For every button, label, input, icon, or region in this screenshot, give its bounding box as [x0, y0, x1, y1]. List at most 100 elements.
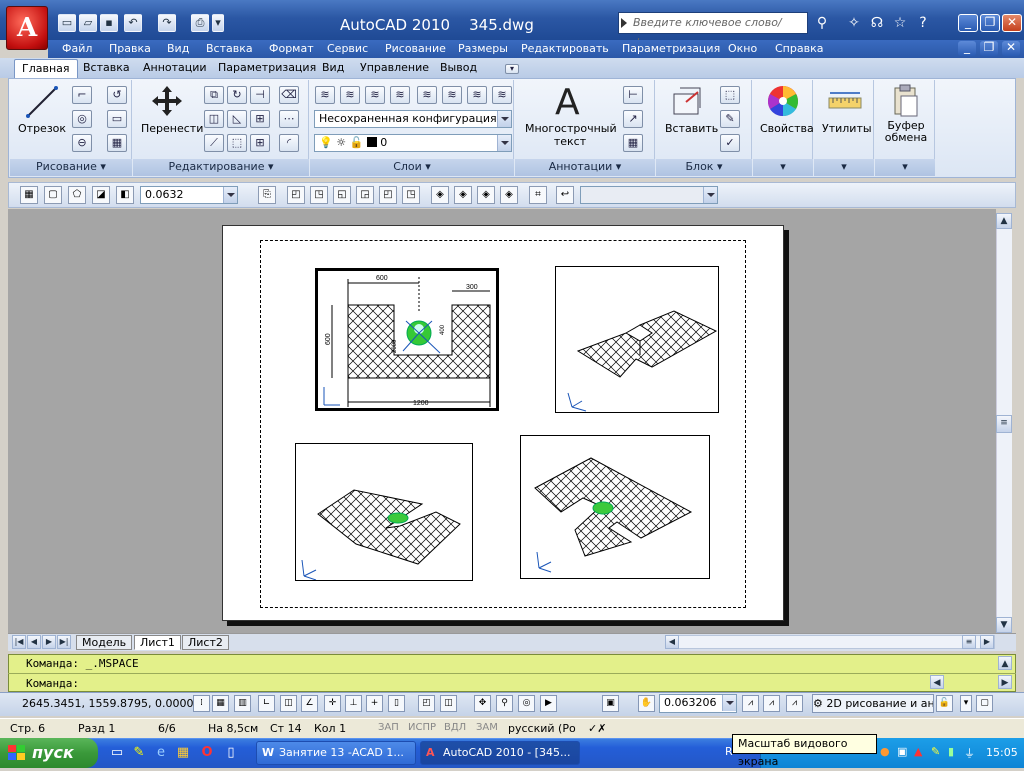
tab-annotate[interactable]: Аннотации: [143, 61, 207, 74]
showmotion-icon[interactable]: ▶: [540, 695, 557, 712]
coordinates-readout[interactable]: 2645.3451, 1559.8795, 0.0000: [22, 697, 193, 710]
layer-properties-icon[interactable]: ≋: [315, 86, 335, 104]
snap-icon[interactable]: ▥: [234, 695, 251, 712]
subscription-icon[interactable]: ✧: [845, 14, 863, 32]
modify-panel-title[interactable]: Редактирование ▾: [133, 159, 309, 176]
tray-icon-3[interactable]: ▲: [914, 745, 928, 759]
first-tab-button[interactable]: |◀: [12, 635, 26, 649]
convert-object-viewport-icon[interactable]: ◪: [92, 186, 110, 204]
line-tool-label[interactable]: Отрезок: [18, 122, 66, 135]
explode-icon[interactable]: ⊞: [250, 110, 270, 128]
draw-panel-title[interactable]: Рисование ▾: [10, 159, 132, 176]
viewport-iso-1[interactable]: [555, 266, 719, 413]
ne-isometric-icon[interactable]: ◈: [477, 186, 495, 204]
quick-access-dropdown-icon[interactable]: ▾: [212, 14, 224, 32]
line-tool-icon[interactable]: [24, 84, 60, 120]
word-ext[interactable]: ВДЛ: [444, 722, 466, 733]
doc-restore-button[interactable]: ❐: [980, 41, 998, 56]
menu-edit[interactable]: Правка: [109, 42, 151, 55]
layer-previous-icon[interactable]: ≋: [492, 86, 512, 104]
single-viewport-icon[interactable]: ▢: [44, 186, 62, 204]
layer-isolate-icon[interactable]: ≋: [365, 86, 385, 104]
layer-state-icon[interactable]: ≋: [340, 86, 360, 104]
front-view-icon[interactable]: ◰: [379, 186, 397, 204]
rectangle-icon[interactable]: ▭: [107, 110, 127, 128]
taskbar-item-autocad[interactable]: AutoCAD 2010 - [345...: [420, 741, 580, 765]
scroll-left-button[interactable]: ◀: [665, 635, 679, 649]
word-rec[interactable]: ЗАП: [378, 722, 399, 733]
spelling-check-icon[interactable]: ✓✗: [588, 722, 606, 735]
save-icon[interactable]: ▪: [100, 14, 118, 32]
quicklaunch-icon-2[interactable]: ✎: [130, 745, 148, 763]
linear-dimension-icon[interactable]: ⊢: [623, 86, 643, 104]
tab-model[interactable]: Модель: [76, 635, 133, 650]
tab-insert[interactable]: Вставка: [83, 61, 130, 74]
annotation-visibility-icon[interactable]: ⩘: [742, 695, 759, 712]
menu-insert[interactable]: Вставка: [206, 42, 253, 55]
annotation-panel-title[interactable]: Аннотации ▾: [515, 159, 655, 176]
top-view-icon[interactable]: ◰: [287, 186, 305, 204]
tab-parametric[interactable]: Параметризация: [218, 61, 316, 74]
tab-sheet1[interactable]: Лист1: [134, 635, 181, 650]
viewport-iso-3[interactable]: [520, 435, 710, 579]
menu-help[interactable]: Справка: [775, 42, 823, 55]
polyline-icon[interactable]: ⌐: [72, 86, 92, 104]
utilities-label[interactable]: Утилиты: [822, 122, 872, 135]
view-back-icon[interactable]: ↩: [556, 186, 574, 204]
otrack-icon[interactable]: ✛: [324, 695, 341, 712]
dyn-icon[interactable]: +: [366, 695, 383, 712]
named-views-icon[interactable]: ⎘: [258, 186, 276, 204]
scroll-thumb[interactable]: ≡: [996, 415, 1012, 433]
left-view-icon[interactable]: ◱: [333, 186, 351, 204]
menu-view[interactable]: Вид: [167, 42, 189, 55]
rotate-icon[interactable]: ↻: [227, 86, 247, 104]
communication-center-icon[interactable]: ☊: [868, 14, 886, 32]
clipboard-label[interactable]: Буфер обмена: [882, 120, 930, 144]
move-label[interactable]: Перенести: [141, 122, 203, 135]
tray-icon-5[interactable]: ▮: [948, 745, 962, 759]
insert-block-icon[interactable]: [670, 84, 708, 120]
minimize-button[interactable]: _: [958, 14, 978, 32]
status-menu-arrow[interactable]: ▾: [960, 695, 972, 712]
menu-format[interactable]: Формат: [269, 42, 314, 55]
menu-modify[interactable]: Редактировать: [521, 42, 609, 55]
word-ovr[interactable]: ЗАМ: [476, 722, 498, 733]
menu-dimension[interactable]: Размеры: [458, 42, 508, 55]
se-isometric-icon[interactable]: ◈: [454, 186, 472, 204]
scroll-up-button[interactable]: ▲: [996, 213, 1012, 229]
lineweight-icon[interactable]: ▯: [388, 695, 405, 712]
layer-lock-icon[interactable]: ≋: [442, 86, 462, 104]
quick-view-layouts-icon[interactable]: ◫: [440, 695, 457, 712]
osnap-icon[interactable]: ∠: [301, 695, 318, 712]
command-prompt-input[interactable]: Команда:: [26, 677, 79, 690]
properties-label[interactable]: Свойства: [760, 122, 814, 135]
tab-output[interactable]: Вывод: [440, 61, 477, 74]
word-trk[interactable]: ИСПР: [408, 722, 436, 733]
create-block-icon[interactable]: ⬚: [720, 86, 740, 104]
viewport-plan[interactable]: 600 300 600 2000 400 1200: [315, 268, 499, 411]
new-file-icon[interactable]: ▭: [58, 14, 76, 32]
layer-match-icon[interactable]: ≋: [467, 86, 487, 104]
ribbon-options-icon[interactable]: ▾: [505, 64, 519, 74]
tab-home[interactable]: Главная: [14, 59, 78, 78]
undo-icon[interactable]: ↶: [124, 14, 142, 32]
tab-sheet2[interactable]: Лист2: [182, 635, 229, 650]
opera-icon[interactable]: O: [198, 745, 216, 763]
hatch-icon[interactable]: ▦: [107, 134, 127, 152]
clip-viewport-icon[interactable]: ◧: [116, 186, 134, 204]
toolbar-lock-icon[interactable]: 🔓: [936, 695, 953, 712]
menu-parametric[interactable]: Параметризация: [622, 42, 720, 55]
layers-panel-title[interactable]: Слои ▾: [310, 159, 514, 176]
trim-icon[interactable]: ⊣: [250, 86, 270, 104]
layer-off-icon[interactable]: ≋: [417, 86, 437, 104]
next-tab-button[interactable]: ▶: [42, 635, 56, 649]
scale-icon[interactable]: ⬚: [227, 134, 247, 152]
hscroll-thumb[interactable]: ≡: [962, 635, 976, 649]
infer-constraints-icon[interactable]: ⁞: [193, 695, 210, 712]
favorites-icon[interactable]: ☆: [891, 14, 909, 32]
clean-screen-icon[interactable]: ▢: [976, 695, 993, 712]
stretch-icon[interactable]: ⟋: [204, 134, 224, 152]
layer-state-dropdown[interactable]: Несохраненная конфигурация слоев: [314, 110, 512, 128]
move-icon[interactable]: [150, 84, 184, 118]
insert-block-label[interactable]: Вставить: [665, 122, 718, 135]
